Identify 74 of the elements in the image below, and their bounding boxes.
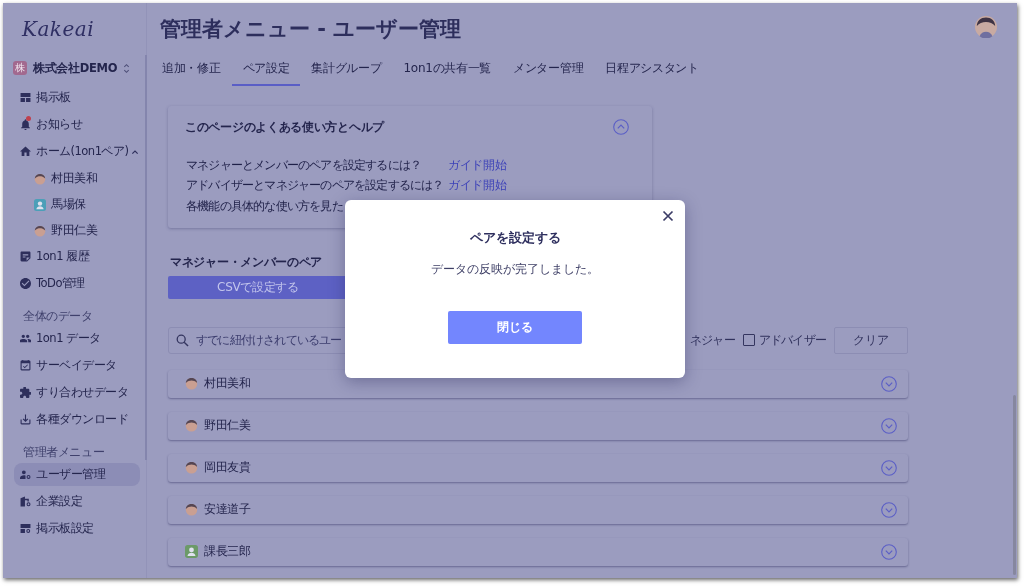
section-heading: 管理者メニュー — [23, 443, 105, 461]
avatar-icon — [34, 172, 46, 185]
avatar-icon — [185, 461, 198, 474]
updown-caret-icon[interactable] — [123, 62, 130, 74]
avatar-icon — [185, 377, 198, 390]
tab[interactable]: メンター管理 — [502, 55, 595, 86]
user-gear-icon — [20, 469, 31, 480]
close-icon — [662, 210, 674, 222]
page-title: 管理者メニュー - ユーザー管理 — [160, 16, 462, 43]
nav-item[interactable]: 1on1 データ — [14, 327, 140, 350]
csv-button[interactable]: CSVで設定する — [168, 275, 348, 299]
company-badge: 株 — [13, 61, 27, 75]
nav-item[interactable]: 野田仁美 — [14, 219, 140, 242]
home-icon — [20, 146, 31, 157]
company-name: 株式会社DEMO — [33, 60, 118, 76]
nav-item[interactable]: 掲示板 — [14, 86, 140, 109]
chevron-down-icon[interactable] — [881, 501, 897, 518]
nav-item[interactable]: ToDo管理 — [14, 272, 140, 295]
nav-item[interactable]: すり合わせデータ — [14, 381, 140, 404]
logo[interactable]: Kakeai — [22, 17, 95, 41]
member-name: 岡田友貴 — [204, 459, 251, 476]
help-question: 各機能の具体的な使い方を見た — [186, 197, 343, 215]
note-icon — [20, 251, 31, 262]
dialog-message: データの反映が完了しました。 — [431, 261, 599, 278]
nav-item[interactable]: 企業設定 — [14, 490, 140, 513]
tab[interactable]: 集計グループ — [300, 55, 393, 86]
bell-icon — [20, 119, 31, 130]
checkbox[interactable] — [742, 334, 755, 346]
nav-item[interactable]: 掲示板設定 — [14, 517, 140, 540]
avatar-icon — [185, 419, 198, 432]
tab[interactable]: 追加・修正 — [151, 55, 232, 86]
calendar-check-icon — [20, 360, 31, 371]
search-icon — [176, 333, 189, 347]
tab[interactable]: ペア設定 — [231, 55, 301, 86]
clear-button[interactable]: クリア — [834, 326, 908, 354]
nav-item[interactable]: ユーザー管理 — [14, 463, 140, 486]
nav-item[interactable]: ホーム(1on1ペア) — [14, 140, 140, 163]
member-name: 安達道子 — [204, 501, 251, 518]
member-name: 村田美和 — [204, 375, 251, 392]
help-question: マネジャーとメンバーのペアを設定するには？ — [186, 156, 422, 174]
avatar-icon[interactable] — [975, 16, 997, 38]
dialog-close-button[interactable]: 閉じる — [448, 311, 582, 344]
guide-link[interactable]: ガイド開始 — [448, 177, 507, 195]
dashboard-gear-icon — [20, 523, 31, 534]
tab[interactable]: 日程アシスタント — [594, 55, 710, 86]
section-heading: マネジャー・メンバーのペア — [169, 253, 323, 270]
member-name: 課長三郎 — [204, 543, 251, 560]
member-name: 野田仁美 — [204, 417, 251, 434]
avatar-icon — [185, 503, 198, 516]
building-gear-icon — [20, 496, 31, 507]
section-heading: 全体のデータ — [23, 307, 93, 325]
nav-item[interactable]: サーベイデータ — [14, 354, 140, 377]
nav-item[interactable]: 村田美和 — [14, 167, 140, 190]
nav-item[interactable]: 馬場保 — [14, 193, 140, 216]
help-title: このページのよくある使い方とヘルプ — [185, 118, 384, 136]
tab[interactable]: 1on1の共有一覧 — [392, 55, 503, 86]
chevron-down-icon[interactable] — [881, 459, 897, 476]
nav-item[interactable]: 各種ダウンロード — [14, 408, 140, 431]
people-icon — [20, 333, 31, 344]
checkbox-label: アドバイザー — [758, 331, 826, 349]
dashboard-icon — [20, 92, 31, 103]
chevron-up-icon[interactable] — [613, 119, 629, 135]
chevron-down-icon[interactable] — [881, 543, 897, 560]
help-question: アドバイザーとマネジャーのペアを設定するには？ — [186, 177, 444, 195]
nav-item[interactable]: お知らせ — [14, 113, 140, 136]
dialog-title: ペアを設定する — [469, 229, 561, 247]
download-icon — [20, 414, 31, 425]
checkbox-label: ネジャー — [690, 331, 735, 349]
puzzle-icon — [20, 387, 31, 398]
chevron-down-icon[interactable] — [881, 417, 897, 434]
avatar-icon — [34, 224, 46, 237]
chevron-down-icon[interactable] — [881, 375, 897, 392]
guide-link[interactable]: ガイド開始 — [448, 156, 507, 174]
nav-item[interactable]: 1on1 履歴 — [14, 245, 140, 268]
